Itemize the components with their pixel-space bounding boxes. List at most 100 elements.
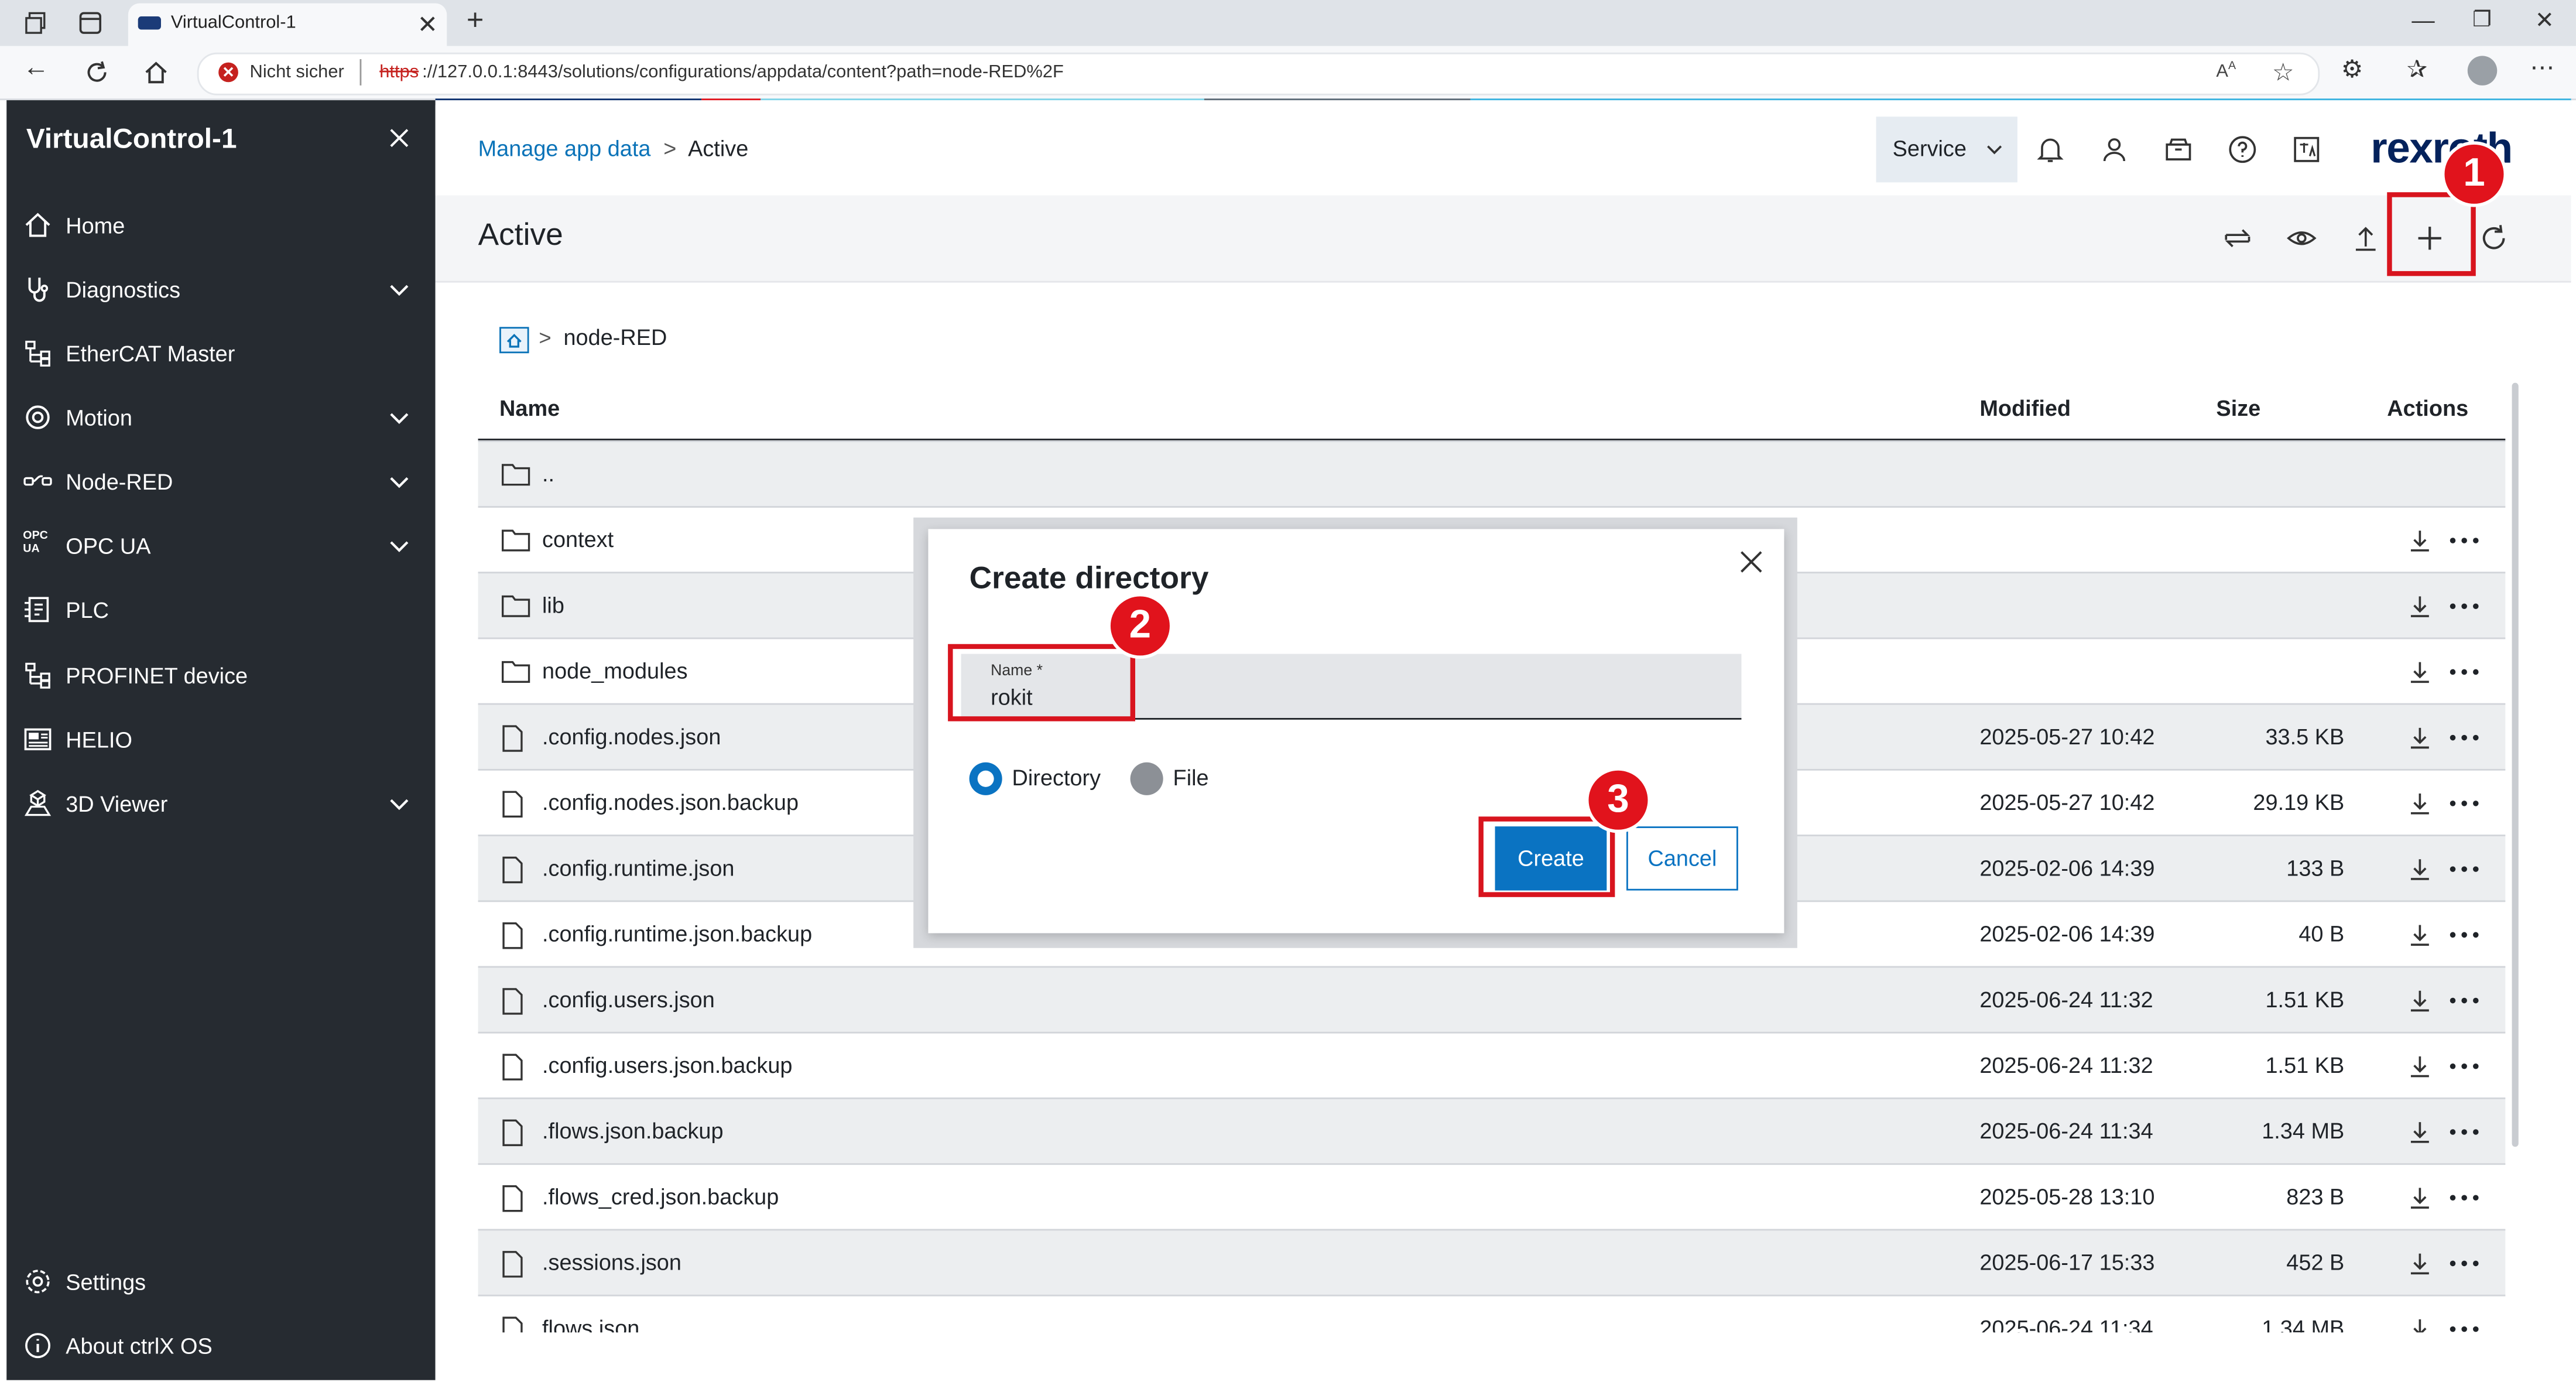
row-size: 1.51 KB	[2265, 1053, 2345, 1078]
row-name[interactable]: context	[542, 528, 614, 552]
box-icon[interactable]	[2164, 135, 2194, 164]
translate-icon[interactable]	[2292, 135, 2322, 164]
home-browser-icon[interactable]	[140, 56, 173, 88]
upload-icon[interactable]	[2349, 222, 2382, 255]
download-icon[interactable]	[2407, 1053, 2433, 1079]
more-options-icon[interactable]	[2448, 922, 2481, 948]
download-icon[interactable]	[2407, 922, 2433, 948]
row-name[interactable]: .config.runtime.json	[542, 856, 734, 881]
row-name[interactable]: .flows_cred.json.backup	[542, 1185, 779, 1209]
row-name[interactable]: .config.nodes.json	[542, 724, 721, 749]
download-icon[interactable]	[2407, 987, 2433, 1014]
row-name[interactable]: .config.runtime.json.backup	[542, 922, 812, 946]
sidebar-item-settings[interactable]: Settings	[6, 1252, 435, 1311]
scrollbar-thumb[interactable]	[2512, 382, 2519, 1147]
sync-icon[interactable]	[2221, 222, 2254, 255]
extensions-icon[interactable]: ⚙	[2341, 54, 2363, 84]
more-options-icon[interactable]	[2448, 1250, 2481, 1277]
column-header-modified[interactable]: Modified	[1979, 396, 2071, 420]
reload-icon[interactable]	[80, 56, 113, 88]
table-row[interactable]: .sessions.json 2025-06-17 15:33 452 B	[478, 1229, 2506, 1297]
download-icon[interactable]	[2407, 593, 2433, 620]
refresh-icon[interactable]	[2478, 222, 2510, 255]
sidebar-item-about[interactable]: About ctrlX OS	[6, 1316, 435, 1375]
sidebar-item-node-red[interactable]: Node-RED	[6, 452, 435, 511]
url-field[interactable]: ✕ Nicht sicher https ://127.0.0.1:8443/s…	[197, 52, 2320, 95]
root-home-icon[interactable]	[499, 327, 529, 354]
column-header-name[interactable]: Name	[499, 396, 560, 420]
sidebar-item-home[interactable]: Home	[6, 196, 435, 255]
row-name[interactable]: .config.users.json.backup	[542, 1053, 792, 1078]
service-menu-button[interactable]: Service	[1876, 117, 2017, 183]
row-name[interactable]: lib	[542, 593, 564, 618]
sidebar-item-plc[interactable]: PLC	[6, 580, 435, 639]
browser-menu-icon[interactable]: ⋯	[2530, 53, 2554, 83]
row-name[interactable]: .flows.json.backup	[542, 1119, 724, 1144]
row-name[interactable]: .sessions.json	[542, 1250, 681, 1275]
close-dialog-icon[interactable]	[1738, 549, 1765, 575]
more-options-icon[interactable]	[2448, 790, 2481, 816]
sidebar-item-profinet-device[interactable]: PROFINET device	[6, 646, 435, 705]
eye-icon[interactable]	[2285, 222, 2318, 255]
user-icon[interactable]	[2099, 135, 2129, 164]
download-icon[interactable]	[2407, 1250, 2433, 1277]
sidebar-item-diagnostics[interactable]: Diagnostics	[6, 259, 435, 319]
more-options-icon[interactable]	[2448, 1185, 2481, 1211]
table-row[interactable]: .config.users.json 2025-06-24 11:32 1.51 K…	[478, 966, 2506, 1034]
download-icon[interactable]	[2407, 659, 2433, 685]
download-icon[interactable]	[2407, 1316, 2433, 1333]
row-name[interactable]: .config.nodes.json.backup	[542, 790, 799, 815]
close-tab-icon[interactable]: ✕	[417, 10, 438, 40]
sidebar-item-ethercat-master[interactable]: EtherCAT Master	[6, 324, 435, 383]
cancel-button[interactable]: Cancel	[1626, 826, 1738, 891]
read-aloud-icon[interactable]: AA	[2216, 61, 2236, 82]
sidebar-item-helio[interactable]: HELIO	[6, 710, 435, 769]
sidebar-item-3d-viewer[interactable]: 3D Viewer	[6, 774, 435, 833]
back-icon[interactable]: ←	[23, 54, 49, 84]
tab-actions-icon[interactable]	[74, 6, 107, 39]
column-header-size[interactable]: Size	[2216, 396, 2260, 420]
download-icon[interactable]	[2407, 528, 2433, 554]
breadcrumb-link[interactable]: Manage app data	[478, 136, 651, 161]
table-row[interactable]: .flows.json.backup 2025-06-24 11:34 1.34 M…	[478, 1097, 2506, 1165]
favorites-icon[interactable]: ✰	[2407, 54, 2427, 84]
download-icon[interactable]	[2407, 790, 2433, 816]
table-row[interactable]: ..	[478, 440, 2506, 508]
sidebar-item-label: About ctrlX OS	[66, 1333, 213, 1358]
more-options-icon[interactable]	[2448, 724, 2481, 751]
table-row[interactable]: flows.json 2025-06-24 11:34 1.34 MB	[478, 1294, 2506, 1333]
minimize-icon[interactable]: —	[2411, 6, 2434, 33]
download-icon[interactable]	[2407, 1119, 2433, 1145]
more-options-icon[interactable]	[2448, 1316, 2481, 1332]
favorite-star-icon[interactable]: ☆	[2272, 57, 2294, 87]
help-icon[interactable]	[2228, 135, 2258, 164]
table-row[interactable]: .flows_cred.json.backup 2025-05-28 13:10 8…	[478, 1163, 2506, 1230]
more-options-icon[interactable]	[2448, 1053, 2481, 1079]
breadcrumb: Manage app data > Active	[478, 136, 749, 161]
download-icon[interactable]	[2407, 1185, 2433, 1211]
more-options-icon[interactable]	[2448, 856, 2481, 883]
bell-icon[interactable]	[2036, 135, 2065, 164]
close-sidebar-icon[interactable]	[388, 126, 410, 149]
download-icon[interactable]	[2407, 856, 2433, 883]
restore-icon[interactable]: ❐	[2472, 6, 2492, 33]
more-options-icon[interactable]	[2448, 1119, 2481, 1145]
new-tab-icon[interactable]: +	[467, 4, 484, 38]
close-window-icon[interactable]: ✕	[2535, 6, 2554, 35]
row-name[interactable]: node_modules	[542, 659, 688, 683]
sidebar-item-opc-ua[interactable]: OPC UA OPC UA	[6, 516, 435, 575]
more-options-icon[interactable]	[2448, 987, 2481, 1014]
table-row[interactable]: .config.users.json.backup 2025-06-24 11:3…	[478, 1031, 2506, 1099]
sidebar-item-motion[interactable]: Motion	[6, 388, 435, 447]
profile-avatar[interactable]	[2467, 56, 2498, 86]
more-options-icon[interactable]	[2448, 659, 2481, 685]
more-options-icon[interactable]	[2448, 528, 2481, 554]
row-name[interactable]: flows.json	[542, 1316, 639, 1332]
row-name[interactable]: .config.users.json	[542, 987, 715, 1012]
security-label[interactable]: Nicht sicher	[250, 63, 344, 83]
download-icon[interactable]	[2407, 724, 2433, 751]
more-options-icon[interactable]	[2448, 593, 2481, 620]
workspaces-icon[interactable]	[20, 6, 53, 39]
browser-tab-active[interactable]: VirtualControl-1 ✕	[128, 3, 447, 46]
row-name[interactable]: ..	[542, 461, 554, 486]
